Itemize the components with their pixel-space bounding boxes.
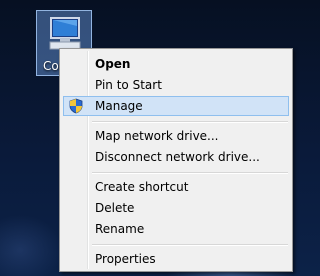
menu-separator — [92, 121, 288, 123]
menu-item-rename[interactable]: Rename — [63, 219, 289, 239]
menu-item-label: Manage — [95, 99, 143, 113]
menu-separator — [92, 172, 288, 174]
uac-shield-icon — [69, 98, 83, 114]
menu-separator — [92, 244, 288, 246]
context-menu: Open Pin to Start Manage Map network dri… — [59, 48, 293, 272]
menu-item-pin-to-start[interactable]: Pin to Start — [63, 75, 289, 95]
menu-item-map-network-drive[interactable]: Map network drive... — [63, 126, 289, 146]
menu-item-manage[interactable]: Manage — [63, 96, 289, 116]
menu-item-disconnect-network-drive[interactable]: Disconnect network drive... — [63, 147, 289, 167]
menu-item-delete[interactable]: Delete — [63, 198, 289, 218]
menu-item-create-shortcut[interactable]: Create shortcut — [63, 177, 289, 197]
menu-item-properties[interactable]: Properties — [63, 249, 289, 269]
computer-icon — [49, 17, 81, 50]
menu-item-open[interactable]: Open — [63, 54, 289, 74]
